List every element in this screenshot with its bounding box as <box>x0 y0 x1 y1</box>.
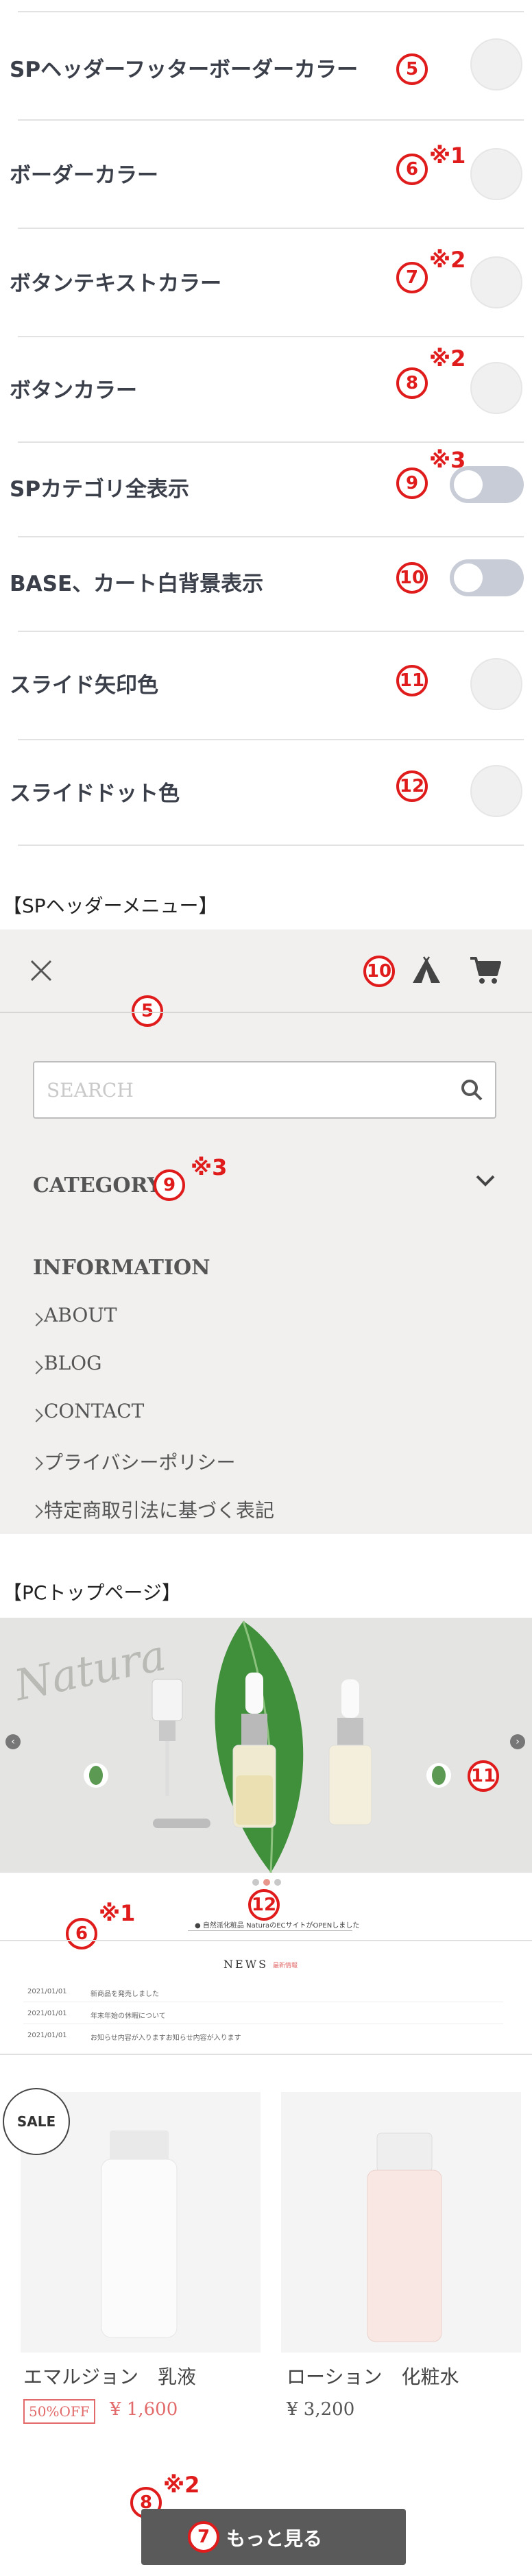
callout-badge: 10 <box>396 562 428 594</box>
discount-badge: 50%OFF <box>23 2399 95 2424</box>
setting-row-button-color: ボタンカラー 8 ※2 <box>0 337 532 444</box>
color-swatch[interactable] <box>470 765 522 817</box>
menu-link-contact[interactable]: CONTACT <box>44 1400 144 1422</box>
color-swatch[interactable] <box>470 362 522 414</box>
ticker-underline <box>188 1930 352 1931</box>
divider <box>18 845 524 846</box>
setting-row-slide-arrow-color: スライド矢印色 11 <box>0 632 532 739</box>
chevron-right-icon <box>29 1505 43 1518</box>
sp-header-menu: 10 5 SEARCH CATEGORY 9 ※3 INFORMATION AB… <box>0 929 532 1534</box>
footnote-mark: ※1 <box>429 143 466 169</box>
product-name[interactable]: ローション 化粧水 <box>287 2362 459 2390</box>
slide-dot[interactable] <box>274 1879 281 1886</box>
footnote-mark: ※1 <box>99 1900 136 1926</box>
news-text[interactable]: お知らせ内容が入りますお知らせ内容が入ります <box>90 2032 241 2042</box>
menu-link-about[interactable]: ABOUT <box>44 1304 117 1326</box>
setting-row-sp-category-all: SPカテゴリ全表示 9 ※3 <box>0 443 532 536</box>
close-icon[interactable] <box>27 957 55 984</box>
news-title: NEWS <box>223 1958 269 1971</box>
footnote-mark: ※3 <box>191 1154 228 1180</box>
search-box[interactable]: SEARCH <box>33 1061 496 1119</box>
setting-label: ボタンテキストカラー <box>10 271 222 296</box>
slide-image <box>84 1620 451 1873</box>
setting-label: スライドドット色 <box>10 781 180 806</box>
footnote-mark: ※2 <box>429 247 466 273</box>
callout-badge: 9 <box>154 1169 185 1201</box>
section-title-pc-top: 【PCトップページ】 <box>3 1581 181 1604</box>
header-border <box>0 1012 532 1013</box>
callout-badge: 8 <box>396 367 428 399</box>
chevron-right-icon <box>29 1457 43 1470</box>
product-price: ¥ 3,200 <box>287 2399 355 2420</box>
news-text[interactable]: 年末年始の休暇について <box>90 2010 166 2020</box>
slide-dot[interactable] <box>252 1879 259 1886</box>
setting-label: ボタンカラー <box>10 378 137 403</box>
tent-icon[interactable] <box>410 954 443 987</box>
toggle-switch[interactable] <box>450 466 524 503</box>
menu-link-privacy-policy[interactable]: プライバシーポリシー <box>44 1448 235 1475</box>
footnote-mark: ※2 <box>429 345 466 372</box>
callout-badge: 7 <box>396 262 428 293</box>
callout-badge: 5 <box>132 995 163 1027</box>
setting-label: スライド矢印色 <box>10 673 158 698</box>
search-placeholder: SEARCH <box>47 1079 134 1102</box>
callout-badge: 7 <box>188 2521 219 2553</box>
slide-dot-active[interactable] <box>263 1879 270 1886</box>
menu-link-tokushoho[interactable]: 特定商取引法に基づく表記 <box>44 1496 274 1523</box>
footnote-mark: ※2 <box>163 2472 200 2498</box>
setting-label: BASE、カート白背景表示 <box>10 572 264 596</box>
color-swatch[interactable] <box>470 38 522 90</box>
news-date: 2021/01/01 <box>27 2032 67 2039</box>
news-subtitle: 最新情報 <box>273 1963 298 1969</box>
setting-row-border-color: ボーダーカラー 6 ※1 <box>0 121 532 228</box>
toggle-switch[interactable] <box>450 559 524 596</box>
callout-badge: 11 <box>468 1760 499 1792</box>
callout-badge: 5 <box>396 53 428 85</box>
search-icon[interactable] <box>459 1078 484 1102</box>
product-name[interactable]: エマルジョン 乳液 <box>23 2362 196 2390</box>
news-ticker[interactable]: ● 自然派化粧品 NaturaのECサイトがOPENしました <box>195 1919 359 1930</box>
setting-label: SPカテゴリ全表示 <box>10 477 190 502</box>
callout-badge: 11 <box>396 665 428 696</box>
chevron-right-icon <box>29 1409 43 1422</box>
information-label: INFORMATION <box>33 1256 210 1280</box>
callout-badge: 12 <box>396 770 428 802</box>
callout-badge: 10 <box>363 956 395 987</box>
setting-label: ボーダーカラー <box>10 163 158 188</box>
section-title-sp-header: 【SPヘッダーメニュー】 <box>3 895 218 917</box>
more-button[interactable]: 7 もっと見る <box>141 2509 406 2565</box>
chevron-down-icon[interactable] <box>474 1169 496 1191</box>
callout-badge: 12 <box>248 1889 280 1921</box>
menu-link-blog[interactable]: BLOG <box>44 1352 102 1374</box>
product-card-image[interactable] <box>281 2092 521 2353</box>
setting-row-slide-dot-color: スライドドット色 12 <box>0 740 532 847</box>
color-swatch[interactable] <box>470 256 522 308</box>
color-swatch[interactable] <box>470 658 522 710</box>
category-label[interactable]: CATEGORY <box>33 1174 162 1198</box>
sale-badge: SALE <box>3 2088 70 2155</box>
cart-icon[interactable] <box>469 956 502 986</box>
more-button-label: もっと見る <box>226 2527 323 2550</box>
setting-row-button-text-color: ボタンテキストカラー 7 ※2 <box>0 229 532 336</box>
news-section: NEWS 最新情報 2021/01/01 新商品を発売しました 2021/01/… <box>0 1940 532 2055</box>
callout-badge: 6 <box>396 154 428 185</box>
news-date: 2021/01/01 <box>27 1988 67 1995</box>
news-text[interactable]: 新商品を発売しました <box>90 1988 159 1998</box>
setting-label: SPヘッダーフッターボーダーカラー <box>10 58 359 82</box>
callout-badge: 9 <box>396 467 428 499</box>
product-price: ¥ 1,600 <box>110 2399 178 2420</box>
slide-prev-arrow[interactable]: ‹ <box>5 1734 21 1749</box>
color-swatch[interactable] <box>470 148 522 200</box>
hero-slider: Natura ‹ › 11 <box>0 1618 532 1873</box>
news-date: 2021/01/01 <box>27 2010 67 2017</box>
slide-next-arrow[interactable]: › <box>510 1734 525 1749</box>
setting-row-sp-header-footer-border-color: SPヘッダーフッターボーダーカラー 5 <box>0 12 532 119</box>
setting-row-base-cart-white-bg: BASE、カート白背景表示 10 <box>0 537 532 631</box>
chevron-right-icon <box>29 1361 43 1374</box>
chevron-right-icon <box>29 1313 43 1326</box>
